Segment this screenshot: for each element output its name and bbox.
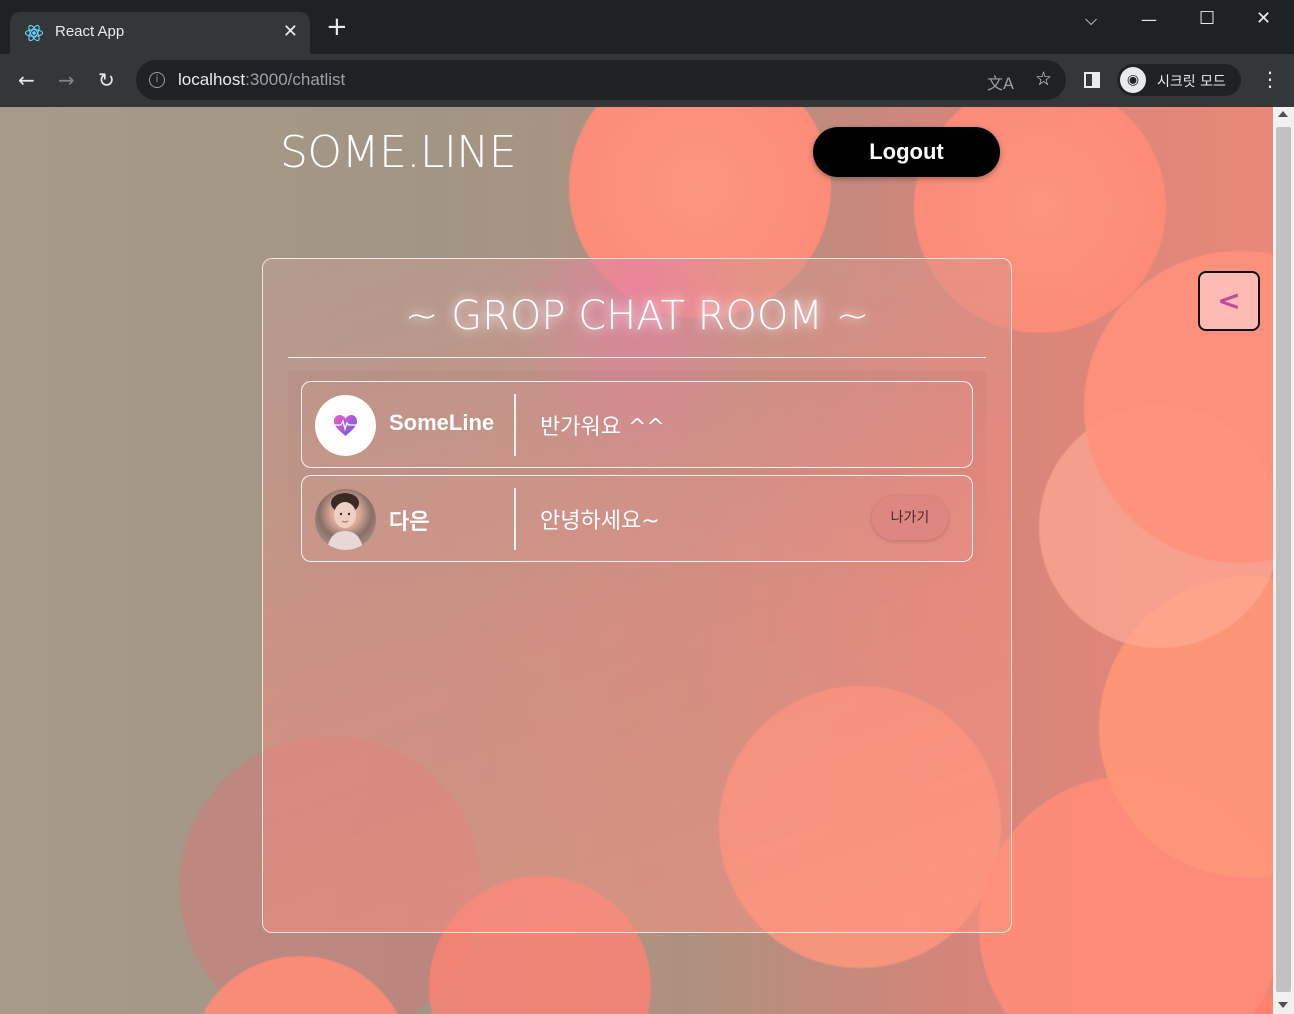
url-text[interactable]: localhost:3000/chatlist — [178, 70, 345, 90]
address-bar[interactable]: i localhost:3000/chatlist 文A ☆ — [136, 60, 1066, 100]
reload-icon[interactable]: ↻ — [98, 68, 115, 92]
side-panel-icon[interactable] — [1084, 72, 1100, 88]
page-viewport: SOME.LINE Logout ~ GROP CHAT ROOM ~ Some… — [0, 107, 1273, 1014]
incognito-label: 시크릿 모드 — [1157, 74, 1226, 90]
new-tab-icon[interactable]: + — [326, 14, 348, 40]
translate-icon[interactable]: 文A — [987, 70, 1014, 94]
window-close-icon[interactable]: ✕ — [1256, 8, 1271, 29]
chat-list-item[interactable]: 다은 안녕하세요~ 나가기 — [301, 475, 973, 562]
leave-chat-button[interactable]: 나가기 — [872, 496, 948, 540]
profile-photo — [327, 493, 363, 550]
brand-logo[interactable]: SOME.LINE — [280, 127, 517, 178]
back-icon[interactable]: ← — [18, 68, 35, 92]
avatar — [315, 489, 376, 550]
browser-menu-icon[interactable]: ⋮ — [1260, 67, 1280, 91]
heart-logo-icon — [334, 415, 357, 436]
scroll-up-icon[interactable] — [1278, 111, 1288, 117]
tab-search-icon[interactable]: ⌵ — [1085, 10, 1097, 30]
tab-close-icon[interactable]: ✕ — [283, 21, 298, 42]
react-icon — [24, 24, 44, 42]
chat-list-item[interactable]: SomeLine 반가워요 ^^ — [301, 381, 973, 468]
side-toggle-button[interactable]: < — [1198, 271, 1260, 331]
logout-button[interactable]: Logout — [813, 127, 1000, 177]
browser-toolbar: ← → ↻ i localhost:3000/chatlist 文A ☆ ◉ 시… — [0, 54, 1294, 107]
scroll-down-icon[interactable] — [1278, 1002, 1288, 1008]
incognito-icon: ◉ — [1120, 67, 1146, 93]
browser-tab-bar: React App ✕ + ⌵ — ☐ ✕ — [0, 0, 1294, 54]
chat-name: 다은 — [389, 509, 430, 534]
scrollbar-thumb[interactable] — [1276, 127, 1291, 992]
bookmark-star-icon[interactable]: ☆ — [1035, 68, 1052, 90]
browser-tab[interactable]: React App ✕ — [10, 12, 310, 54]
chat-name: SomeLine — [389, 410, 495, 435]
incognito-badge[interactable]: ◉ 시크릿 모드 — [1117, 64, 1241, 96]
avatar — [315, 395, 376, 456]
chat-last-message: 반가워요 ^^ — [540, 415, 665, 440]
page-scrollbar[interactable] — [1273, 107, 1294, 1014]
title-divider — [288, 357, 986, 358]
panel-title: ~ GROP CHAT ROOM ~ — [404, 293, 870, 339]
site-info-icon[interactable]: i — [149, 72, 165, 88]
row-divider — [514, 488, 516, 550]
chat-last-message: 안녕하세요~ — [540, 509, 660, 534]
chat-room-panel: ~ GROP CHAT ROOM ~ SomeLine 반가워요 ^^ 다은 안… — [262, 258, 1012, 933]
chat-list: SomeLine 반가워요 ^^ 다은 안녕하세요~ 나가기 — [288, 371, 986, 591]
forward-icon[interactable]: → — [58, 68, 75, 92]
row-divider — [514, 394, 516, 456]
minimize-icon[interactable]: — — [1141, 10, 1157, 29]
tab-title: React App — [55, 23, 125, 40]
maximize-icon[interactable]: ☐ — [1199, 8, 1215, 29]
